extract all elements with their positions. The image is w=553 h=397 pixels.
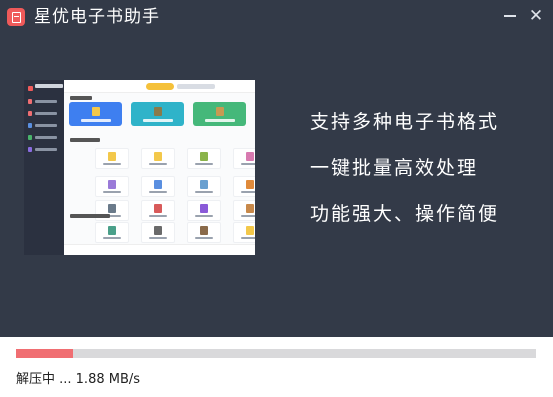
banner-panel: 星优电子书助手 ✕ 支持多种电子书格式 一键批量高效处理 功能强大、操作简便 [0, 0, 553, 337]
app-preview-image [24, 80, 255, 255]
status-text: 解压中 ... 1.88 MB/s [16, 372, 141, 387]
progress-bar [16, 349, 536, 358]
book-logo-icon [7, 8, 25, 26]
minimize-icon [504, 15, 516, 17]
installer-window: 星优电子书助手 ✕ 支持多种电子书格式 一键批量高效处理 功能强大、操作简便 解… [0, 0, 553, 397]
progress-bar-fill [16, 349, 74, 358]
app-title: 星优电子书助手 [34, 7, 160, 27]
minimize-button[interactable] [500, 6, 520, 26]
close-button[interactable]: ✕ [526, 6, 546, 26]
slogan-easy: 功能强大、操作简便 [310, 203, 500, 225]
feature-slogans: 支持多种电子书格式 一键批量高效处理 功能强大、操作简便 [310, 109, 540, 247]
close-icon: ✕ [528, 5, 544, 26]
slogan-formats: 支持多种电子书格式 [310, 111, 500, 133]
slogan-batch: 一键批量高效处理 [310, 157, 479, 179]
progress-area: 解压中 ... 1.88 MB/s [0, 337, 553, 397]
